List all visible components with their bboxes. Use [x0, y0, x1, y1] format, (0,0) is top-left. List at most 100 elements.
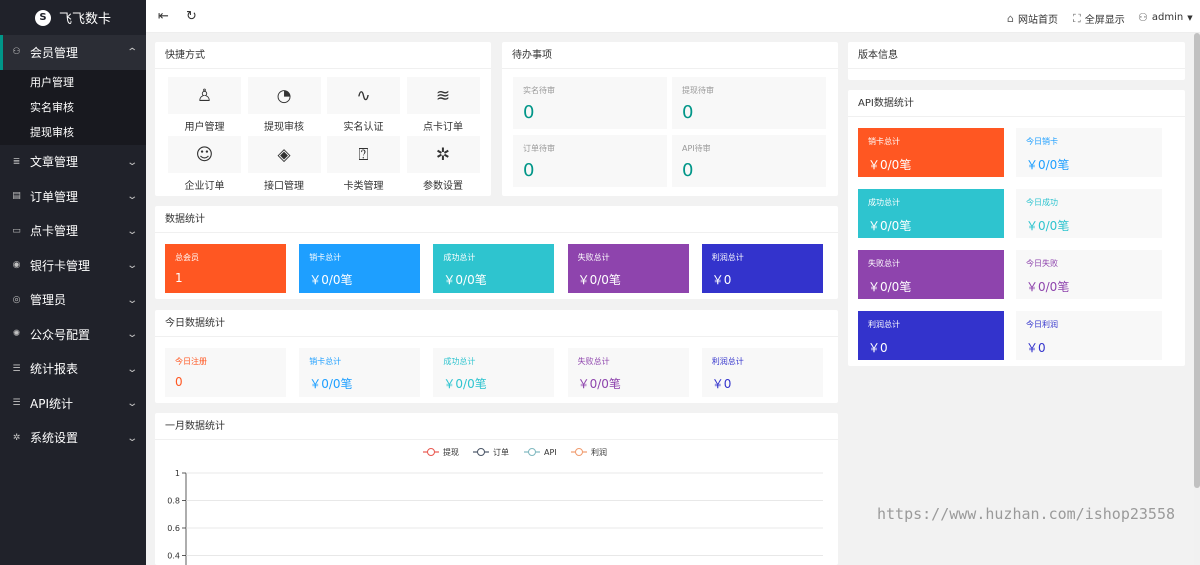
todo-item[interactable]: 实名待审 0 [513, 77, 667, 129]
logo-icon: S [34, 9, 51, 26]
shortcut-0[interactable]: ♙ [168, 77, 241, 114]
app-logo[interactable]: S 飞飞数卡 [0, 0, 146, 35]
stat-label: 销卡总计 [309, 357, 342, 366]
stat-label: 今日注册 [175, 357, 207, 366]
stat-value: ￥0 [711, 377, 732, 391]
stat-box[interactable]: 今日注册 0 [165, 348, 286, 397]
refresh-icon[interactable]: ↻ [186, 9, 197, 24]
todo-value: 0 [682, 102, 694, 123]
chevron-up-icon: ⌃ [125, 47, 138, 58]
api-today-value: ￥0/0笔 [1026, 280, 1070, 294]
sidebar-item-0[interactable]: ⚇ 会员管理 ⌃ [0, 35, 146, 70]
stat-label: 利润总计 [711, 253, 744, 262]
stat-box[interactable]: 成功总计 ￥0/0笔 [433, 244, 555, 293]
legend-marker [477, 448, 485, 456]
sidebar-item-9[interactable]: ✲ 系统设置 ⌄ [0, 421, 146, 456]
sidebar-item-3[interactable]: ▭ 点卡管理 ⌄ [0, 214, 146, 249]
legend-marker [528, 448, 536, 456]
data-stats-title: 数据统计 [155, 206, 838, 233]
stat-box[interactable]: 利润总计 ￥0 [701, 348, 823, 397]
stat-label: 销卡总计 [309, 253, 342, 262]
list-icon: ☰ [12, 363, 21, 374]
stat-box[interactable]: 利润总计 ￥0 [701, 244, 823, 293]
api-today-box[interactable]: 今日利润 ￥0 [1016, 311, 1162, 360]
topbar-link-fullscreen[interactable]: ⛶ 全屏显示 [1073, 11, 1125, 27]
shortcut-2[interactable]: ∿ [327, 77, 400, 114]
api-total-box[interactable]: 成功总计 ￥0/0笔 [858, 189, 1004, 238]
legend-item-1[interactable]: 订单 [473, 447, 509, 457]
sidebar-item-label: 文章管理 [30, 155, 79, 170]
shortcut-label[interactable]: 点卡订单 [407, 118, 480, 133]
chevron-down-icon: ⌄ [125, 191, 138, 202]
legend-item-2[interactable]: API [524, 448, 557, 457]
api-total-label: 销卡总计 [868, 137, 900, 146]
chevron-down-icon: ⌄ [125, 329, 138, 340]
sidebar-item-8[interactable]: ☰ API统计 ⌄ [0, 386, 146, 421]
gear-icon: ✲ [12, 432, 21, 443]
todo-value: 0 [523, 102, 535, 123]
sidebar-subitem-2[interactable]: 提现审核 [0, 120, 146, 145]
shortcut-6[interactable]: ⍰ [327, 136, 400, 173]
topbar-link-home[interactable]: ⌂ 网站首页 [1007, 11, 1058, 26]
shortcut-label[interactable]: 实名认证 [327, 118, 400, 133]
stat-label: 利润总计 [711, 357, 744, 366]
sidebar-item-2[interactable]: ▤ 订单管理 ⌄ [0, 179, 146, 214]
sidebar-item-label: 管理员 [30, 293, 67, 308]
sidebar-item-1[interactable]: ≣ 文章管理 ⌄ [0, 145, 146, 180]
sidebar-subitem-0[interactable]: 用户管理 [0, 70, 146, 95]
shortcuts-title: 快捷方式 [155, 42, 491, 69]
stat-box[interactable]: 成功总计 ￥0/0笔 [433, 348, 555, 397]
todo-label: 实名待审 [523, 86, 555, 95]
api-today-box[interactable]: 今日成功 ￥0/0笔 [1016, 189, 1162, 238]
shortcut-label[interactable]: 用户管理 [168, 118, 241, 133]
api-total-box[interactable]: 利润总计 ￥0 [858, 311, 1004, 360]
card-icon: ▭ [12, 225, 21, 236]
sidebar-item-6[interactable]: ✺ 公众号配置 ⌄ [0, 317, 146, 352]
sidebar-nav: ⚇ 会员管理 ⌃ 用户管理 实名审核 提现审核 ≣ 文章管理 ⌄ ▤ 订单管理 ⌄ … [0, 35, 146, 455]
api-today-box[interactable]: 今日销卡 ￥0/0笔 [1016, 128, 1162, 177]
stat-box[interactable]: 销卡总计 ￥0/0笔 [299, 244, 421, 293]
legend-item-3[interactable]: 利润 [571, 447, 607, 457]
page-scrollbar-thumb[interactable] [1194, 33, 1200, 488]
shortcut-label[interactable]: 提现审核 [248, 118, 321, 133]
shortcut-5[interactable]: ◈ [247, 136, 321, 173]
stat-box[interactable]: 总会员 1 [165, 244, 286, 293]
legend-item-0[interactable]: 提现 [423, 447, 459, 457]
stat-label: 成功总计 [443, 253, 476, 262]
shortcut-4[interactable]: ☺ [168, 136, 241, 173]
shortcut-3[interactable]: ≋ [406, 77, 480, 114]
legend-label: 利润 [591, 447, 607, 457]
shortcut-label[interactable]: 接口管理 [248, 177, 321, 192]
admin-user-menu[interactable]: ⚇ admin ▼ [1138, 11, 1193, 24]
sidebar-subitem-1[interactable]: 实名审核 [0, 95, 146, 120]
user-icon: ♙ [196, 85, 213, 106]
menu-collapse-icon[interactable]: ⇤ [158, 9, 169, 24]
watermark-text: https://www.huzhan.com/ishop23558 [877, 505, 1176, 523]
shortcut-label[interactable]: 卡类管理 [327, 177, 400, 192]
todo-item[interactable]: 订单待审 0 [513, 135, 667, 187]
shortcut-7[interactable]: ✲ [406, 136, 480, 173]
api-list-icon: ☰ [12, 398, 21, 409]
stat-value: 0 [175, 375, 183, 389]
sidebar-item-4[interactable]: ◉ 银行卡管理 ⌄ [0, 248, 146, 283]
sidebar-item-7[interactable]: ☰ 统计报表 ⌄ [0, 352, 146, 387]
shortcut-label[interactable]: 参数设置 [407, 177, 480, 192]
shield-icon: ◎ [12, 294, 21, 305]
shortcut-label[interactable]: 企业订单 [168, 177, 241, 192]
stat-label: 失败总计 [577, 357, 610, 366]
y-tick-label: 0.6 [167, 524, 180, 533]
stat-box[interactable]: 失败总计 ￥0/0笔 [567, 244, 689, 293]
todo-value: 0 [523, 160, 535, 181]
stat-box[interactable]: 销卡总计 ￥0/0笔 [299, 348, 421, 397]
shortcut-1[interactable]: ◔ [247, 77, 321, 114]
todo-item[interactable]: API待审 0 [672, 135, 826, 187]
stat-box[interactable]: 失败总计 ￥0/0笔 [567, 348, 689, 397]
api-total-box[interactable]: 销卡总计 ￥0/0笔 [858, 128, 1004, 177]
todo-item[interactable]: 提现待审 0 [672, 77, 826, 129]
api-total-box[interactable]: 失败总计 ￥0/0笔 [858, 250, 1004, 299]
sidebar-item-5[interactable]: ◎ 管理员 ⌄ [0, 283, 146, 318]
chevron-down-icon: ⌄ [125, 156, 138, 168]
api-today-box[interactable]: 今日失败 ￥0/0笔 [1016, 250, 1162, 299]
api-total-value: ￥0/0笔 [868, 158, 912, 172]
todo-label: 提现待审 [682, 86, 714, 95]
